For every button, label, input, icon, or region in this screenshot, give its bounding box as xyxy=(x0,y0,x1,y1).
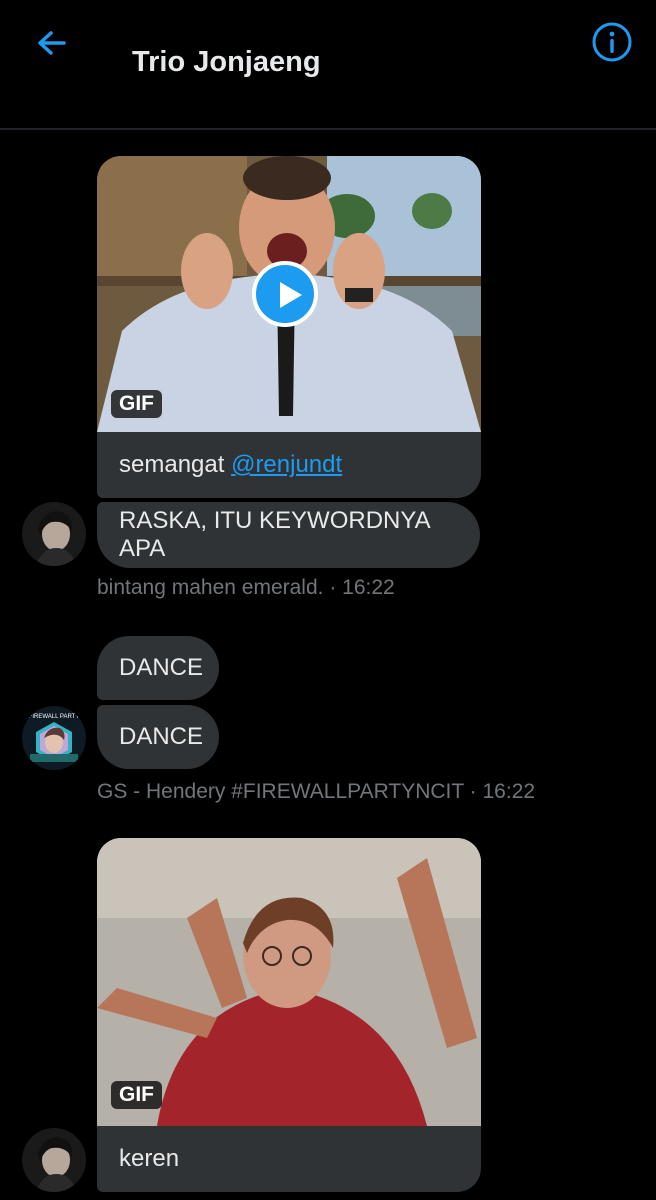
avatar[interactable] xyxy=(22,1128,86,1192)
avatar-image xyxy=(22,502,86,566)
message-meta-1: bintang mahen emerald. · 16:22 xyxy=(97,576,395,600)
message-bubble-3[interactable]: DANCE xyxy=(97,636,219,700)
avatar[interactable] xyxy=(22,502,86,566)
meta-separator: · xyxy=(323,576,343,599)
gif-badge: GIF xyxy=(111,1081,162,1109)
gif-media-1[interactable]: GIF xyxy=(97,156,481,432)
avatar-image: FIREWALL PARTY xyxy=(22,706,86,770)
sender-name: GS - Hendery #FIREWALLPARTYNCIT xyxy=(97,780,464,803)
gif-media-2[interactable]: GIF xyxy=(97,838,481,1126)
avatar-caption: FIREWALL PARTY xyxy=(29,714,80,720)
message-bubble-2[interactable]: RASKA, ITU KEYWORDNYA APA xyxy=(97,502,480,568)
avatar[interactable]: FIREWALL PARTY xyxy=(22,706,86,770)
meta-separator: · xyxy=(463,780,483,803)
avatar-image xyxy=(22,1128,86,1192)
message-bubble-4[interactable]: DANCE xyxy=(97,705,219,769)
message-time: 16:22 xyxy=(482,780,536,803)
message-text: DANCE xyxy=(119,723,204,750)
message-text: semangat xyxy=(119,451,232,478)
message-text: DANCE xyxy=(119,654,204,681)
play-button[interactable] xyxy=(252,261,318,327)
sender-name: bintang mahen emerald. xyxy=(97,576,324,599)
message-text: RASKA, ITU KEYWORDNYA APA xyxy=(119,507,430,562)
conversation-header: Trio Jonjaeng xyxy=(0,0,656,130)
message-bubble-caption-1[interactable]: semangat @renjundt xyxy=(97,432,481,498)
message-time: 16:22 xyxy=(342,576,395,599)
conversation-title: Trio Jonjaeng xyxy=(132,46,321,78)
back-arrow-icon[interactable] xyxy=(30,22,74,66)
message-bubble-caption-5[interactable]: keren xyxy=(97,1126,481,1192)
message-text: keren xyxy=(119,1145,180,1172)
mention-link[interactable]: @renjundt xyxy=(231,451,342,479)
info-icon[interactable] xyxy=(590,20,634,64)
gif-badge: GIF xyxy=(111,390,162,418)
message-meta-2: GS - Hendery #FIREWALLPARTYNCIT · 16:22 xyxy=(97,780,535,804)
